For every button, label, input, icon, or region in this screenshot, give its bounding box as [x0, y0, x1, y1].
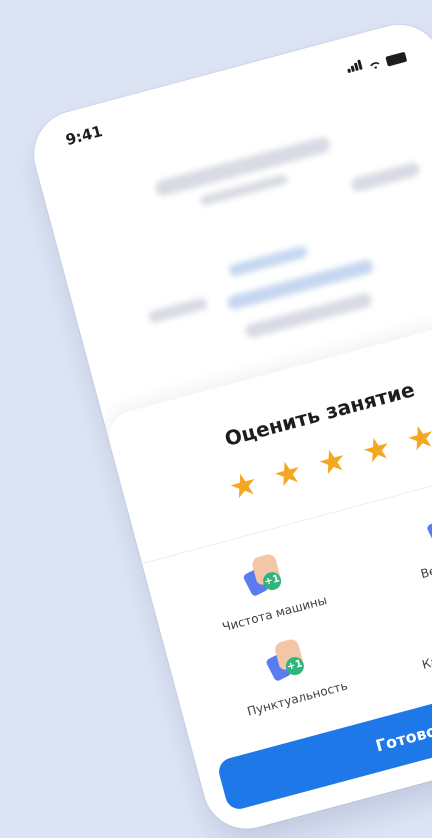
badge-label: Вежливость: [419, 547, 432, 582]
star-icon-2[interactable]: ★: [269, 451, 307, 495]
star-icon-3[interactable]: ★: [313, 439, 351, 483]
badge-label: Чистота машины: [220, 592, 329, 635]
rating-sheet: Оценить занятие ★ ★ ★ ★ ★ +1 Чистота маш…: [103, 309, 432, 838]
phone-frame: 9:41 Оценить занятие ★ ★ ★ ★ ★ +1 Чистот…: [24, 14, 432, 838]
thumbs-up-icon: +1: [237, 549, 293, 605]
blurred-side-item: [349, 161, 422, 193]
signal-icon: [344, 54, 364, 76]
badge-label: Пунктуальность: [245, 678, 350, 719]
badge-politeness[interactable]: +1 Вежливость: [351, 481, 432, 596]
badge-label: Качество обучения: [420, 627, 432, 672]
status-bar: 9:41: [24, 15, 432, 172]
star-icon-5[interactable]: ★: [402, 416, 432, 460]
status-icons: [344, 43, 408, 77]
star-icon-4[interactable]: ★: [358, 427, 396, 471]
star-icon-1[interactable]: ★: [225, 463, 263, 507]
thumbs-up-icon: +1: [420, 500, 432, 556]
battery-icon: [385, 51, 408, 67]
badge-grid: +1 Чистота машины +1 Вежливость +1 Пункт…: [167, 481, 432, 730]
status-time: 9:41: [63, 122, 105, 150]
blurred-left-item: [147, 296, 209, 324]
thumbs-up-icon: +1: [259, 634, 315, 690]
wifi-icon: [370, 62, 380, 69]
blurred-link: [228, 245, 309, 278]
